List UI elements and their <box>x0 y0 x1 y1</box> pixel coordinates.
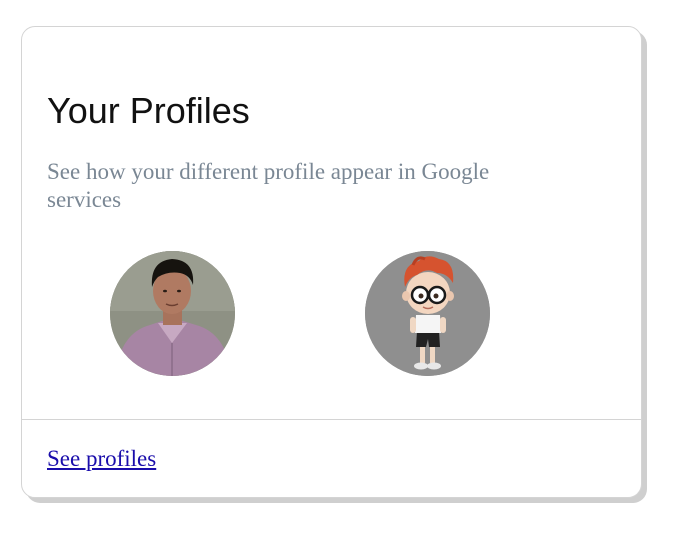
profile-avatar-cartoon[interactable] <box>365 251 490 376</box>
profile-avatar-photo[interactable] <box>110 251 235 376</box>
card-description: See how your different profile appear in… <box>47 159 490 212</box>
see-profiles-link[interactable]: See profiles <box>47 445 156 473</box>
person-photo-avatar-icon <box>110 251 235 376</box>
profiles-card: Your Profiles See how your different pro… <box>21 26 642 498</box>
card-title: Your Profiles <box>47 90 250 131</box>
card-divider <box>22 419 641 420</box>
cartoon-boy-avatar-icon <box>365 251 490 376</box>
